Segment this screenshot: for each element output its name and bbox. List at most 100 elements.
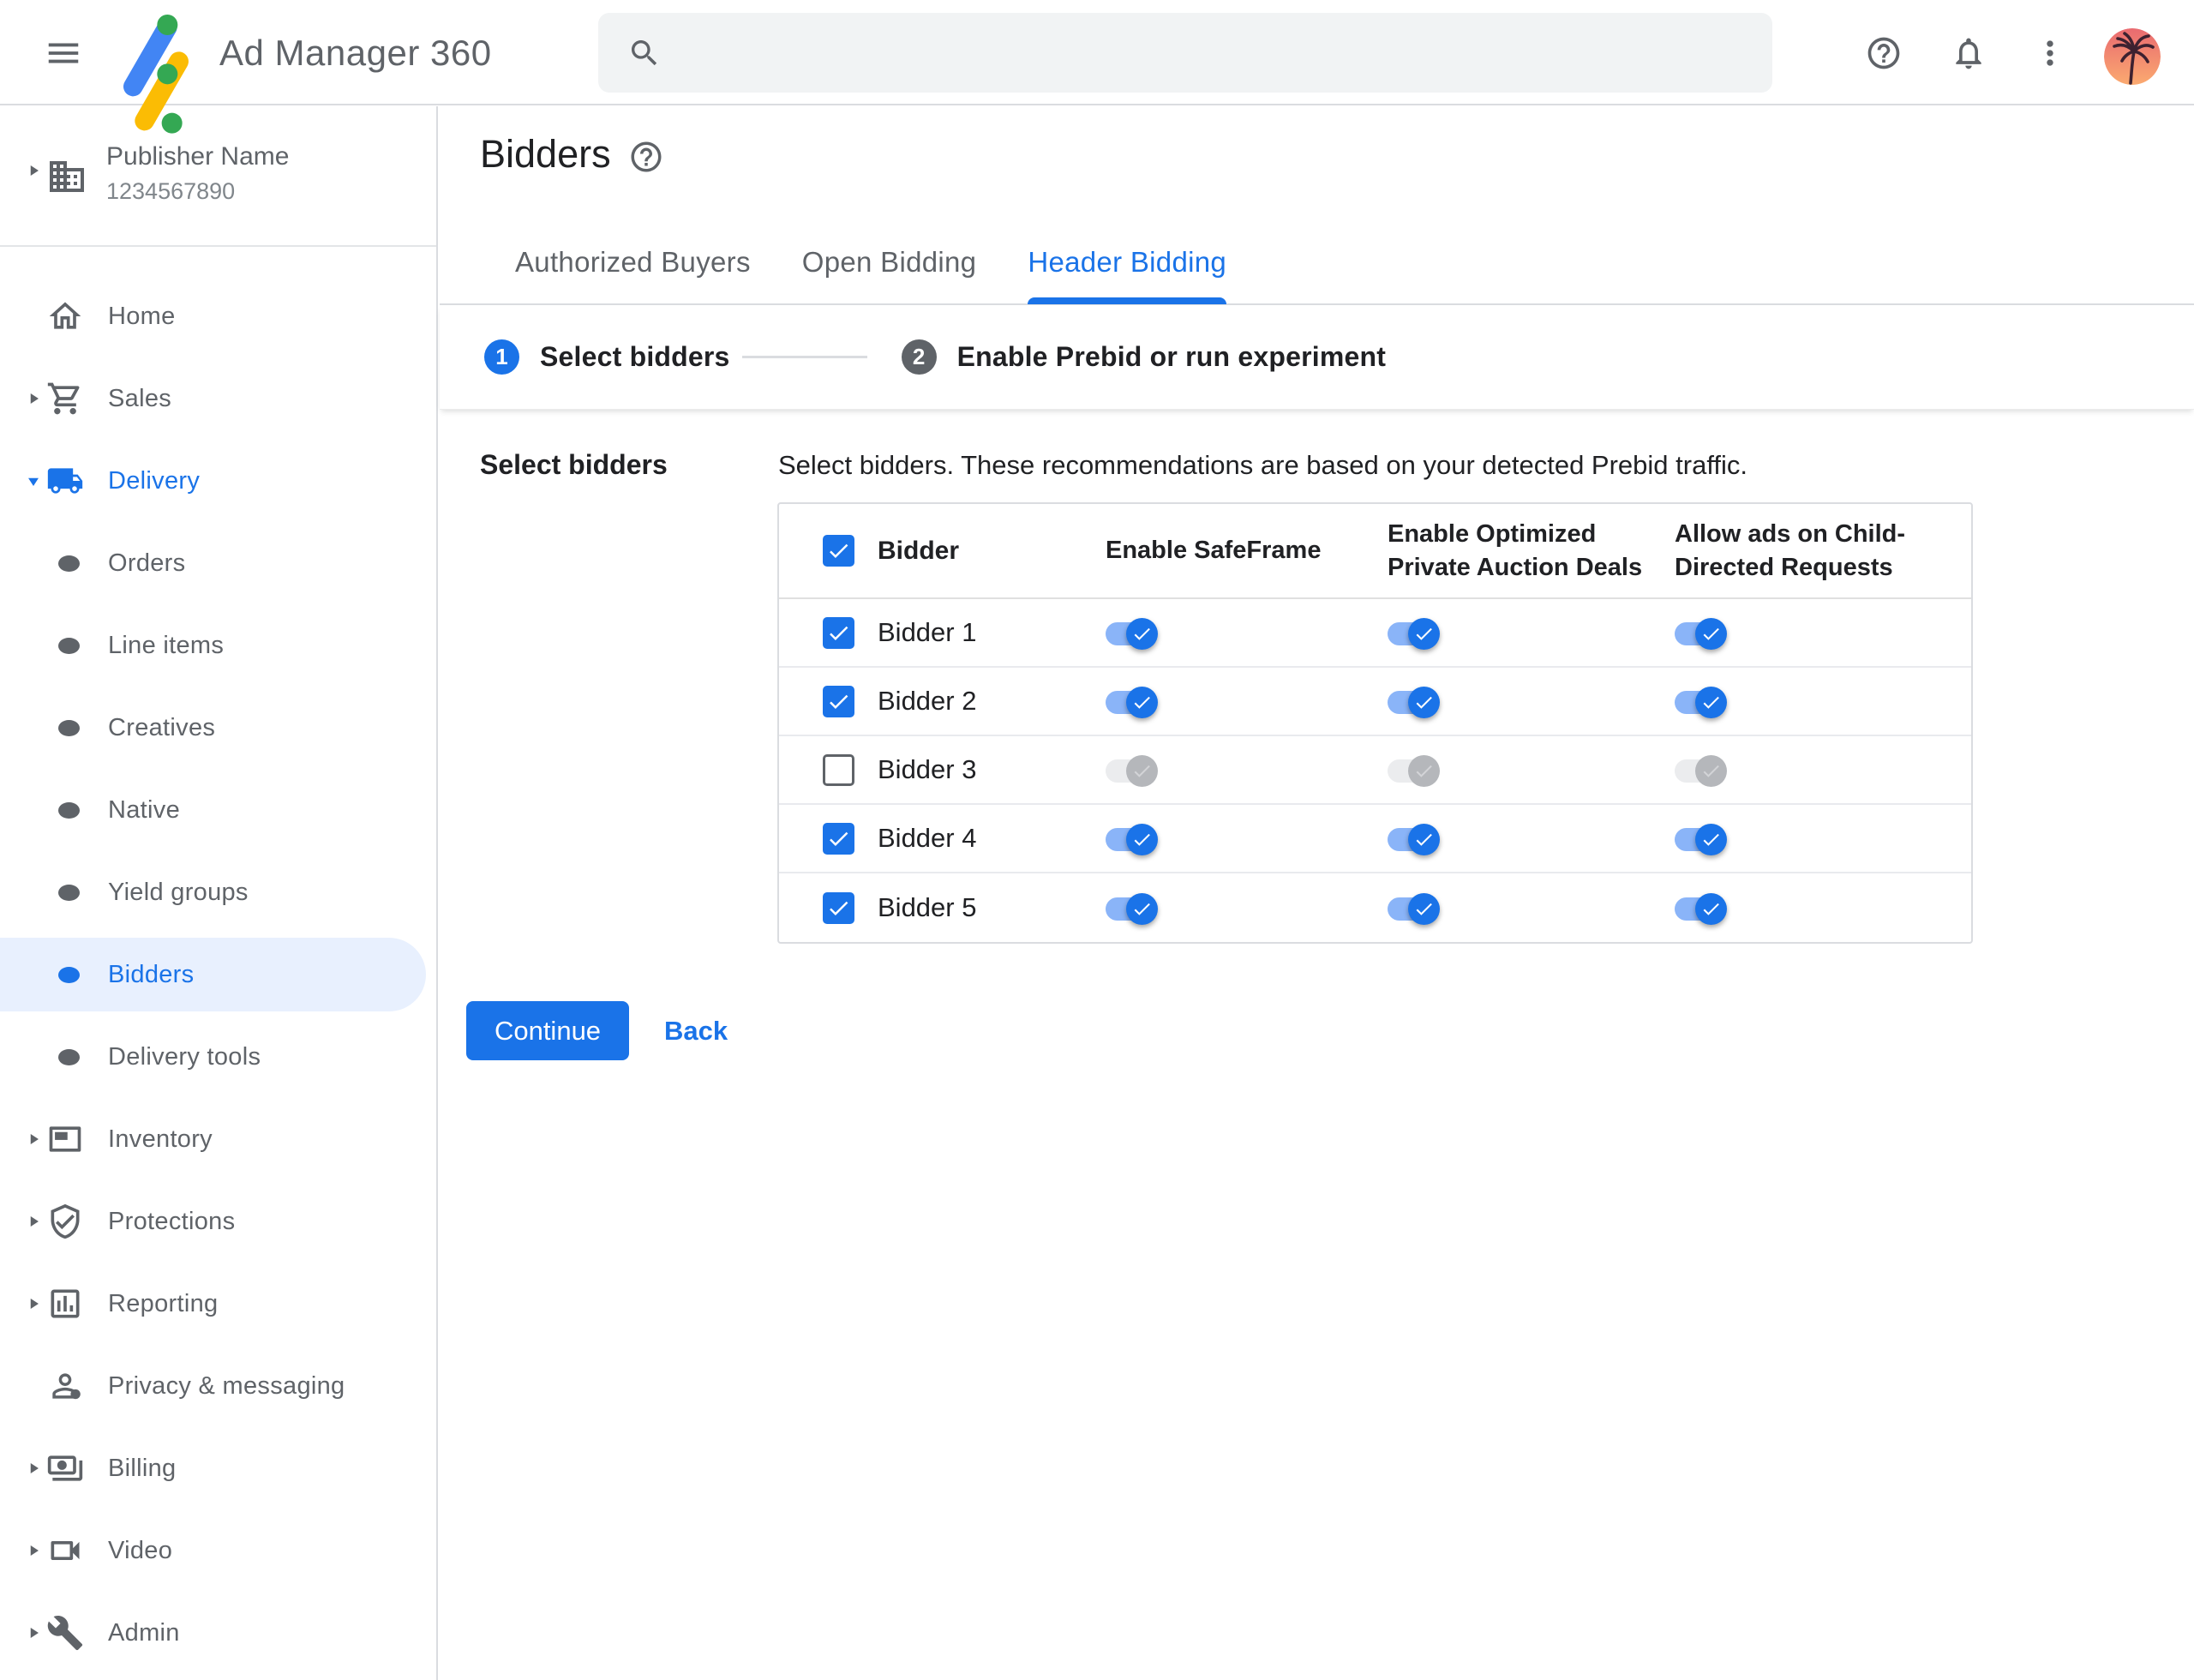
step-connector: [741, 356, 867, 358]
optimized-deals-toggle[interactable]: [1388, 823, 1440, 855]
safeframe-toggle[interactable]: [1106, 754, 1158, 787]
sidebar-item-label: Orders: [108, 549, 186, 577]
child-directed-toggle[interactable]: [1675, 892, 1727, 925]
sidebar-item-inventory[interactable]: Inventory: [0, 1098, 436, 1180]
bidder-name: Bidder 1: [878, 617, 977, 647]
bullet-icon: [58, 967, 80, 983]
row-checkbox[interactable]: [823, 822, 854, 855]
sidebar-item-delivery[interactable]: Delivery: [0, 440, 436, 522]
tab-authorized-buyers[interactable]: Authorized Buyers: [515, 219, 751, 304]
sidebar-item-label: Home: [108, 302, 176, 330]
child-directed-toggle[interactable]: [1675, 754, 1727, 787]
inventory-icon: [46, 1120, 84, 1158]
step-label: Enable Prebid or run experiment: [956, 341, 1387, 372]
help-icon: [631, 141, 662, 172]
sidebar-item-label: Yield groups: [108, 878, 249, 906]
caret-right-icon[interactable]: [22, 1457, 45, 1484]
select-all-checkbox[interactable]: [823, 535, 854, 567]
truck-icon: [46, 462, 84, 500]
sidebar-item-bidders[interactable]: Bidders: [0, 933, 436, 1016]
bullet-icon: [58, 802, 80, 819]
continue-button[interactable]: Continue: [466, 1001, 629, 1060]
bidder-name: Bidder 5: [878, 892, 977, 922]
caret-right-icon[interactable]: [22, 1293, 45, 1319]
child-directed-toggle[interactable]: [1675, 686, 1727, 718]
optimized-deals-toggle[interactable]: [1388, 754, 1440, 787]
sidebar-item-video[interactable]: Video: [0, 1509, 436, 1592]
bullet-icon: [58, 555, 80, 572]
stepper: 1 Select bidders 2 Enable Prebid or run exp…: [440, 305, 2194, 410]
home-icon: [46, 297, 84, 335]
step-1: 1 Select bidders: [484, 339, 730, 375]
page-help-button[interactable]: [628, 139, 666, 177]
search-input[interactable]: [682, 27, 1772, 79]
optimized-deals-toggle[interactable]: [1388, 686, 1440, 718]
sidebar-item-delivery-tools[interactable]: Delivery tools: [0, 1016, 436, 1098]
sidebar-item-admin[interactable]: Admin: [0, 1592, 436, 1674]
caret-right-icon[interactable]: [22, 1210, 45, 1237]
sidebar-item-line-items[interactable]: Line items: [0, 604, 436, 687]
caret-right-icon[interactable]: [22, 1622, 45, 1648]
child-directed-toggle[interactable]: [1675, 617, 1727, 650]
person-dot-icon: [46, 1367, 84, 1405]
column-header-safeframe: Enable SafeFrame: [1106, 537, 1322, 564]
search-bar[interactable]: [598, 13, 1772, 93]
sidebar-item-label: Video: [108, 1536, 173, 1564]
safeframe-toggle[interactable]: [1106, 686, 1158, 718]
sidebar-item-billing[interactable]: Billing: [0, 1427, 436, 1509]
row-checkbox[interactable]: [823, 753, 854, 786]
main-content: Bidders Authorized Buyers Open Bidding Hea…: [440, 106, 2194, 1680]
help-icon: [1867, 37, 1900, 69]
tab-header-bidding[interactable]: Header Bidding: [1028, 219, 1226, 304]
safeframe-toggle[interactable]: [1106, 823, 1158, 855]
row-checkbox[interactable]: [823, 685, 854, 717]
caret-right-icon[interactable]: [22, 1539, 45, 1566]
publisher-name: Publisher Name: [106, 142, 290, 171]
check-icon: [830, 543, 848, 558]
help-button[interactable]: [1863, 33, 1904, 74]
sidebar: Publisher Name 1234567890 Home Sales Deliv…: [0, 106, 438, 1680]
optimized-deals-toggle[interactable]: [1388, 617, 1440, 650]
column-header-child-directed: Allow ads on Child-Directed Requests: [1675, 519, 1906, 581]
publisher-selector[interactable]: Publisher Name 1234567890: [0, 106, 436, 247]
search-icon: [632, 39, 657, 65]
step-label: Select bidders: [540, 341, 730, 372]
sidebar-item-label: Native: [108, 795, 180, 824]
row-checkbox[interactable]: [823, 891, 854, 924]
optimized-deals-toggle[interactable]: [1388, 892, 1440, 925]
safeframe-toggle[interactable]: [1106, 617, 1158, 650]
caret-right-icon[interactable]: [22, 387, 45, 414]
row-checkbox[interactable]: [823, 616, 854, 649]
sidebar-item-home[interactable]: Home: [0, 275, 436, 357]
bidder-name: Bidder 3: [878, 754, 977, 784]
building-icon: [46, 156, 87, 197]
notifications-button[interactable]: [1948, 33, 1989, 74]
caret-down-icon[interactable]: [22, 470, 45, 496]
bell-icon: [1956, 38, 1981, 69]
back-button[interactable]: Back: [664, 1001, 728, 1060]
sidebar-item-creatives[interactable]: Creatives: [0, 687, 436, 769]
caret-right-icon[interactable]: [22, 1128, 45, 1155]
sidebar-item-label: Line items: [108, 631, 225, 659]
sidebar-item-yield-groups[interactable]: Yield groups: [0, 851, 436, 933]
sidebar-item-privacy-messaging[interactable]: Privacy & messaging: [0, 1345, 436, 1427]
section-label: Select bidders: [480, 449, 668, 480]
sidebar-item-native[interactable]: Native: [0, 769, 436, 851]
child-directed-toggle[interactable]: [1675, 823, 1727, 855]
caret-right-icon: [22, 159, 45, 186]
more-options-button[interactable]: [2029, 33, 2071, 74]
sidebar-item-label: Delivery: [108, 466, 201, 495]
table-header-row: Bidder Enable SafeFrame Enable Optimized…: [779, 504, 1971, 599]
bullet-icon: [58, 638, 80, 654]
bidder-name: Bidder 2: [878, 686, 977, 716]
avatar[interactable]: [2104, 28, 2161, 85]
menu-icon[interactable]: [38, 27, 89, 79]
sidebar-item-reporting[interactable]: Reporting: [0, 1263, 436, 1345]
sidebar-item-protections[interactable]: Protections: [0, 1180, 436, 1263]
table-row: Bidder 4: [779, 805, 1971, 873]
cart-icon: [46, 380, 84, 417]
sidebar-item-sales[interactable]: Sales: [0, 357, 436, 440]
safeframe-toggle[interactable]: [1106, 892, 1158, 925]
tab-open-bidding[interactable]: Open Bidding: [802, 219, 977, 304]
sidebar-item-orders[interactable]: Orders: [0, 522, 436, 604]
